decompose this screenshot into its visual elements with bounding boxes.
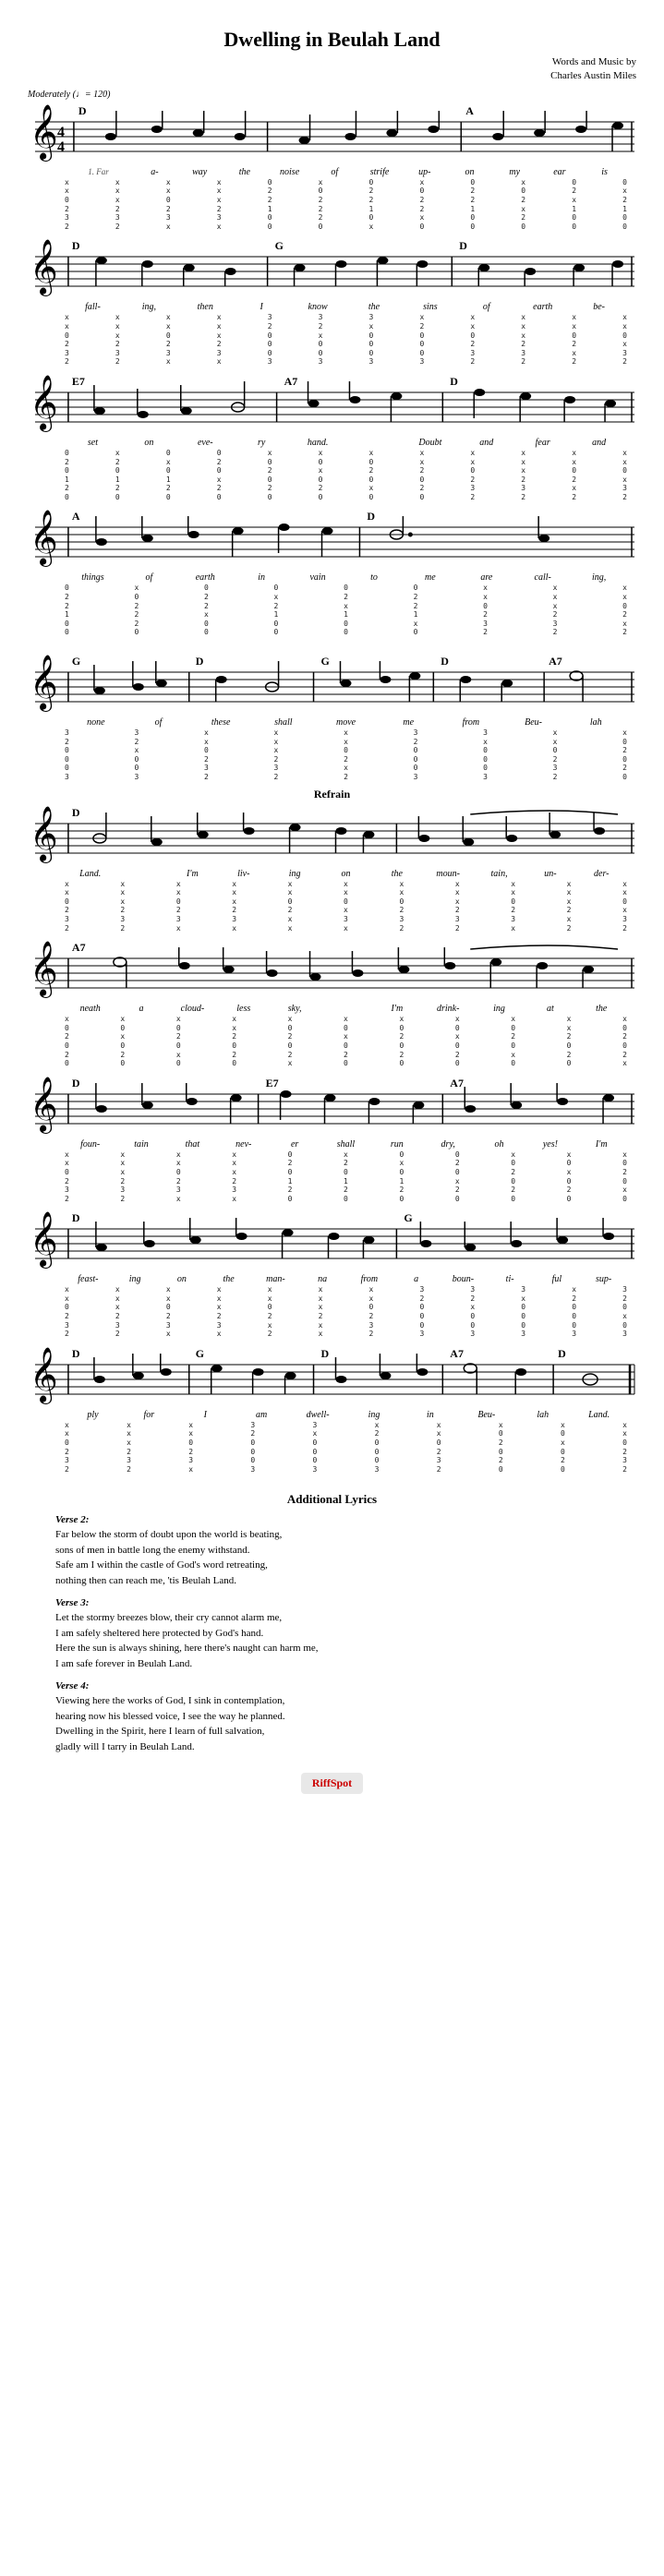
lyrics-row-4: things of earth in vain to me are call- …: [28, 572, 636, 583]
staff-row-2: 𝄞 D G D: [28, 236, 636, 301]
svg-text:𝄞: 𝄞: [30, 104, 58, 162]
svg-text:G: G: [196, 1347, 204, 1360]
svg-text:𝄞: 𝄞: [30, 510, 58, 567]
lyrics-row-8: foun- tain that nev- er shall run dry, o…: [28, 1139, 636, 1150]
music-section-10: 𝄞 D G D A7 D: [28, 1344, 636, 1475]
svg-text:D: D: [441, 655, 449, 668]
music-section-2: 𝄞 D G D: [28, 236, 636, 367]
staff-row-8: 𝄞 D E7 A7: [28, 1074, 636, 1138]
svg-text:G: G: [275, 239, 284, 252]
staff-row-5: 𝄞 G D G D A7: [28, 652, 636, 716]
staff-row-4: 𝄞 A D: [28, 507, 636, 572]
svg-text:𝄞: 𝄞: [30, 806, 58, 863]
lyrics-row-2: fall- ing, then I know the sins of earth…: [28, 302, 636, 312]
verse-2-text: Far below the storm of doubt upon the wo…: [55, 1527, 609, 1588]
svg-text:G: G: [321, 655, 330, 668]
footer-logo: RiffSpot: [301, 1773, 363, 1794]
additional-lyrics-title: Additional Lyrics: [55, 1492, 609, 1507]
svg-text:A7: A7: [549, 655, 562, 668]
verse-3-text: Let the stormy breezes blow, their cry c…: [55, 1610, 609, 1671]
svg-text:A: A: [465, 104, 474, 117]
staff-row-9: 𝄞 D G: [28, 1209, 636, 1273]
music-section-4: 𝄞 A D: [28, 507, 636, 637]
page-title: Dwelling in Beulah Land: [28, 28, 636, 52]
refrain-label: Refrain: [28, 788, 636, 801]
svg-text:𝄞: 𝄞: [30, 1211, 58, 1269]
svg-text:D: D: [72, 806, 80, 819]
svg-text:G: G: [72, 655, 80, 668]
staff-row-6: 𝄞 D: [28, 803, 636, 868]
lyrics-row-9: feast- ing on the man- na from a boun- t…: [28, 1274, 636, 1284]
lyrics-row-10: ply for I am dwell- ing in Beu- lah Land…: [28, 1410, 636, 1420]
svg-text:D: D: [321, 1347, 330, 1360]
svg-text:4: 4: [57, 125, 65, 140]
svg-text:𝄞: 𝄞: [30, 375, 58, 432]
svg-text:4: 4: [57, 139, 65, 155]
music-section-5: 𝄞 G D G D A7: [28, 652, 636, 782]
lyrics-row-3: set on eve- ry hand. Doubt and fear and: [28, 438, 636, 448]
music-section-1: Moderately (♩= 120) 𝄞 4 4 D A: [28, 90, 636, 232]
svg-text:D: D: [459, 239, 467, 252]
svg-text:D: D: [72, 1077, 80, 1089]
verse-4-title: Verse 4:: [55, 1680, 609, 1691]
svg-text:𝄞: 𝄞: [30, 941, 58, 998]
music-section-3: 𝄞 E7 A7 D: [28, 372, 636, 502]
staff-row-1: 𝄞 4 4 D A: [28, 102, 636, 166]
page: Dwelling in Beulah Land Words and Music …: [0, 0, 664, 1840]
svg-text:D: D: [72, 1347, 80, 1360]
staff-row-10: 𝄞 D G D A7 D: [28, 1344, 636, 1409]
svg-text:𝄞: 𝄞: [30, 1347, 58, 1404]
svg-text:A7: A7: [450, 1077, 464, 1089]
svg-text:D: D: [367, 511, 375, 524]
verse-2-title: Verse 2:: [55, 1514, 609, 1525]
verse-3-title: Verse 3:: [55, 1597, 609, 1608]
verse-4-block: Verse 4: Viewing here the works of God, …: [55, 1680, 609, 1754]
additional-lyrics: Additional Lyrics Verse 2: Far below the…: [28, 1492, 636, 1754]
svg-text:D: D: [72, 1211, 80, 1224]
svg-text:D: D: [72, 239, 80, 252]
svg-text:𝄞: 𝄞: [30, 655, 58, 712]
staff-row-7: 𝄞 A7: [28, 938, 636, 1003]
music-section-8: 𝄞 D E7 A7: [28, 1074, 636, 1204]
svg-text:D: D: [450, 375, 458, 388]
lyrics-row-6: Land. I'm liv- ing on the moun- tain, un…: [28, 869, 636, 879]
svg-text:E7: E7: [266, 1077, 279, 1089]
svg-text:A: A: [72, 511, 80, 524]
music-section-6: 𝄞 D: [28, 803, 636, 933]
verse-2-block: Verse 2: Far below the storm of doubt up…: [55, 1514, 609, 1588]
svg-text:𝄞: 𝄞: [30, 239, 58, 296]
music-section-9: 𝄞 D G: [28, 1209, 636, 1339]
svg-text:G: G: [404, 1211, 412, 1224]
svg-text:D: D: [78, 104, 87, 117]
lyrics-row-1: 1. Far a- way the noise of strife up- on…: [28, 167, 636, 177]
svg-text:A7: A7: [284, 375, 298, 388]
verse-3-block: Verse 3: Let the stormy breezes blow, th…: [55, 1597, 609, 1671]
svg-text:E7: E7: [72, 375, 85, 388]
footer: RiffSpot: [28, 1773, 636, 1803]
svg-text:D: D: [558, 1347, 566, 1360]
svg-text:D: D: [196, 655, 204, 668]
lyrics-row-7: neath a cloud- less sky, I'm drink- ing …: [28, 1004, 636, 1014]
attribution: Words and Music by Charles Austin Miles: [28, 55, 636, 84]
svg-text:A7: A7: [450, 1347, 464, 1360]
lyrics-row-5: none of these shall move me from Beu- la…: [28, 717, 636, 728]
svg-text:A7: A7: [72, 941, 86, 954]
verse-4-text: Viewing here the works of God, I sink in…: [55, 1693, 609, 1754]
staff-row-3: 𝄞 E7 A7 D: [28, 372, 636, 437]
svg-text:𝄞: 𝄞: [30, 1077, 58, 1134]
music-section-7: 𝄞 A7: [28, 938, 636, 1068]
